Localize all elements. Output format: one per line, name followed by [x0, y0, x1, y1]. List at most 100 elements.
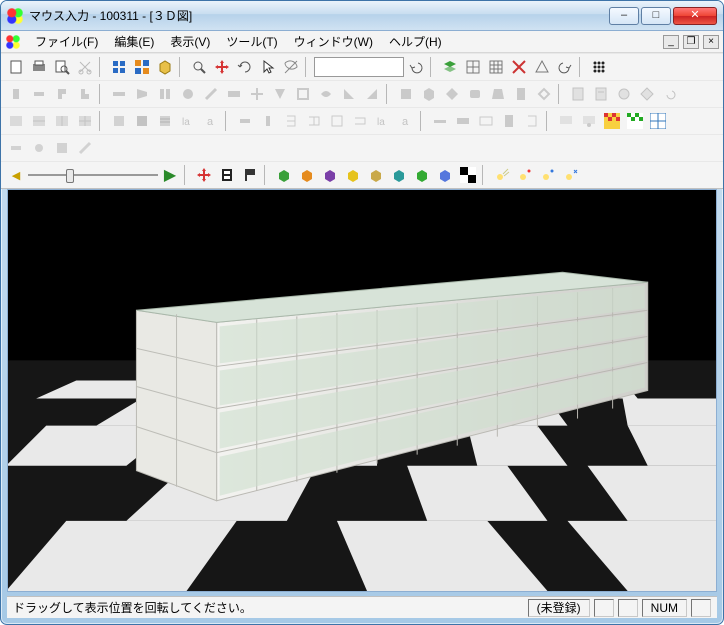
hide-icon[interactable]	[280, 56, 302, 78]
mdi-minimize-button[interactable]: _	[663, 35, 679, 49]
timeline-slider[interactable]	[28, 165, 158, 185]
a-icon[interactable]: a	[200, 110, 222, 132]
menu-help[interactable]: ヘルプ(H)	[381, 31, 450, 52]
calc-icon[interactable]	[613, 83, 635, 105]
shape-icon[interactable]	[292, 83, 314, 105]
shape-icon[interactable]	[510, 83, 532, 105]
la-small-icon[interactable]: la	[372, 110, 394, 132]
menu-tool[interactable]: ツール(T)	[218, 31, 285, 52]
viewport-3d[interactable]	[7, 189, 717, 592]
shape-icon[interactable]	[223, 83, 245, 105]
wall-icon[interactable]	[74, 110, 96, 132]
mode-d-icon[interactable]	[342, 164, 364, 186]
grid-b-icon[interactable]	[485, 56, 507, 78]
flag-icon[interactable]	[239, 164, 261, 186]
shape-icon[interactable]	[487, 83, 509, 105]
light-c-icon[interactable]	[537, 164, 559, 186]
mode-checker-icon[interactable]	[457, 164, 479, 186]
shape-icon[interactable]	[51, 83, 73, 105]
move-red-icon[interactable]	[193, 164, 215, 186]
snap-panel-icon[interactable]	[131, 56, 153, 78]
menu-view[interactable]: 表示(V)	[162, 31, 218, 52]
sec-icon[interactable]	[303, 110, 325, 132]
shape-icon[interactable]	[269, 83, 291, 105]
mode-h-icon[interactable]	[434, 164, 456, 186]
layers-icon[interactable]	[439, 56, 461, 78]
shape-icon[interactable]	[108, 83, 130, 105]
mdi-restore-button[interactable]: ❐	[683, 35, 699, 49]
beam-icon[interactable]	[452, 110, 474, 132]
misc-icon[interactable]	[51, 137, 73, 159]
shape-icon[interactable]	[441, 83, 463, 105]
a-small-icon[interactable]: a	[395, 110, 417, 132]
grid-dots-icon[interactable]	[588, 56, 610, 78]
shape-icon[interactable]	[5, 83, 27, 105]
maximize-button[interactable]: □	[641, 7, 671, 25]
cut-icon[interactable]	[74, 56, 96, 78]
shape-icon[interactable]	[177, 83, 199, 105]
checker-a-icon[interactable]	[601, 110, 623, 132]
light-b-icon[interactable]	[514, 164, 536, 186]
snap-face-icon[interactable]	[154, 56, 176, 78]
mode-b-icon[interactable]	[296, 164, 318, 186]
wall-icon[interactable]	[5, 110, 27, 132]
mode-f-icon[interactable]	[388, 164, 410, 186]
calc-icon[interactable]	[590, 83, 612, 105]
close-button[interactable]: ✕	[673, 7, 717, 25]
mdi-close-button[interactable]: ×	[703, 35, 719, 49]
shape-icon[interactable]	[28, 83, 50, 105]
move-icon[interactable]	[211, 56, 233, 78]
mode-c-icon[interactable]	[319, 164, 341, 186]
menu-file[interactable]: ファイル(F)	[27, 31, 106, 52]
pointer-icon[interactable]	[257, 56, 279, 78]
shape-icon[interactable]	[418, 83, 440, 105]
mode-g-icon[interactable]	[411, 164, 433, 186]
rotate-icon[interactable]	[234, 56, 256, 78]
beam-icon[interactable]	[498, 110, 520, 132]
shape-icon[interactable]	[131, 83, 153, 105]
sec-icon[interactable]	[234, 110, 256, 132]
annotate-icon[interactable]	[578, 110, 600, 132]
print-icon[interactable]	[28, 56, 50, 78]
shape-icon[interactable]	[154, 83, 176, 105]
shape-icon[interactable]	[200, 83, 222, 105]
beam-icon[interactable]	[475, 110, 497, 132]
misc-icon[interactable]	[5, 137, 27, 159]
snap-grid-icon[interactable]	[108, 56, 130, 78]
panel-icon[interactable]	[108, 110, 130, 132]
grid-a-icon[interactable]	[462, 56, 484, 78]
sec-icon[interactable]	[349, 110, 371, 132]
beam-icon[interactable]	[521, 110, 543, 132]
shape-icon[interactable]	[361, 83, 383, 105]
shape-icon[interactable]	[74, 83, 96, 105]
sec-icon[interactable]	[257, 110, 279, 132]
misc-icon[interactable]	[74, 137, 96, 159]
layer-combo[interactable]	[314, 57, 404, 77]
m-cross-icon[interactable]	[508, 56, 530, 78]
play-icon[interactable]: ▶	[159, 164, 181, 186]
minimize-button[interactable]: –	[609, 7, 639, 25]
checker-c-icon[interactable]	[647, 110, 669, 132]
beam-icon[interactable]	[429, 110, 451, 132]
mode-a-icon[interactable]	[273, 164, 295, 186]
shape-icon[interactable]	[533, 83, 555, 105]
shape-icon[interactable]	[464, 83, 486, 105]
undo-icon[interactable]	[405, 56, 427, 78]
undo-small-icon[interactable]	[659, 83, 681, 105]
menu-window[interactable]: ウィンドウ(W)	[286, 31, 381, 52]
new-icon[interactable]	[5, 56, 27, 78]
film-icon[interactable]	[216, 164, 238, 186]
la-icon[interactable]: la	[177, 110, 199, 132]
mode-e-icon[interactable]	[365, 164, 387, 186]
zoom-icon[interactable]	[188, 56, 210, 78]
panel-icon[interactable]	[131, 110, 153, 132]
misc-icon[interactable]	[28, 137, 50, 159]
wall-icon[interactable]	[28, 110, 50, 132]
shape-icon[interactable]	[395, 83, 417, 105]
shape-icon[interactable]	[338, 83, 360, 105]
preview-icon[interactable]	[51, 56, 73, 78]
redo-icon[interactable]	[554, 56, 576, 78]
nav-prev-icon[interactable]: ◀	[5, 164, 27, 186]
calc-icon[interactable]	[636, 83, 658, 105]
sec-icon[interactable]	[280, 110, 302, 132]
